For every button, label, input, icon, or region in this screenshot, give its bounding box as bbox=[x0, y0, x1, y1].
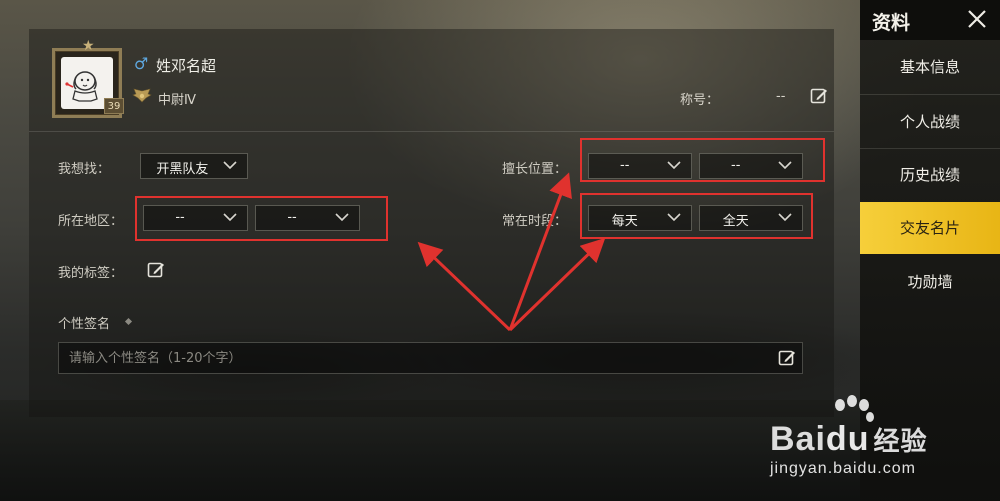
looking-for-value: 开黑队友 bbox=[156, 162, 209, 177]
baidu-logo-du: du bbox=[825, 420, 870, 458]
close-icon[interactable] bbox=[966, 8, 988, 30]
header-divider bbox=[29, 131, 834, 132]
annotation-box-region bbox=[135, 196, 388, 241]
male-gender-icon: ♂ bbox=[134, 54, 149, 73]
edit-signature-icon[interactable] bbox=[778, 349, 796, 367]
title-label: 称号： bbox=[680, 93, 720, 108]
sidebar-separator bbox=[860, 94, 1000, 95]
tags-label: 我的标签： bbox=[58, 266, 124, 281]
sidebar-item-personal-record[interactable]: 个人战绩 bbox=[860, 96, 1000, 148]
annotation-box-position bbox=[580, 138, 825, 182]
star-icon: ★ bbox=[82, 38, 95, 54]
sidebar-item-match-history[interactable]: 历史战绩 bbox=[860, 149, 1000, 201]
baidu-url: jingyan.baidu.com bbox=[770, 460, 916, 477]
chevron-down-icon bbox=[223, 161, 237, 170]
baidu-logo-bai: Bai bbox=[770, 420, 826, 458]
baidu-logo: Baidu 经验 bbox=[770, 420, 927, 459]
title-value: -- bbox=[776, 89, 786, 104]
looking-for-label: 我想找： bbox=[58, 162, 111, 177]
player-name: 姓邓名超 bbox=[156, 57, 217, 75]
looking-for-dropdown[interactable]: 开黑队友 bbox=[140, 153, 248, 179]
signature-label: 个性签名 bbox=[58, 317, 111, 332]
position-label: 擅长位置： bbox=[502, 162, 568, 177]
baidu-logo-jingyan: 经验 bbox=[873, 426, 928, 456]
sidebar-title: 资料 bbox=[872, 12, 911, 34]
sidebar-item-basic-info[interactable]: 基本信息 bbox=[860, 41, 1000, 93]
edit-title-icon[interactable] bbox=[810, 87, 828, 105]
rank-text: 中尉Ⅳ bbox=[158, 93, 196, 108]
sidebar-item-honor-wall[interactable]: 功勋墙 bbox=[860, 256, 1000, 308]
annotation-box-time bbox=[580, 193, 813, 239]
time-label: 常在时段： bbox=[502, 214, 568, 229]
rank-wings-icon bbox=[132, 88, 152, 103]
signature-input[interactable] bbox=[58, 342, 803, 374]
edit-tags-icon[interactable] bbox=[147, 261, 165, 279]
sidebar-item-social-card[interactable]: 交友名片 bbox=[860, 202, 1000, 254]
level-badge: 39 bbox=[104, 98, 124, 114]
region-label: 所在地区： bbox=[58, 214, 124, 229]
